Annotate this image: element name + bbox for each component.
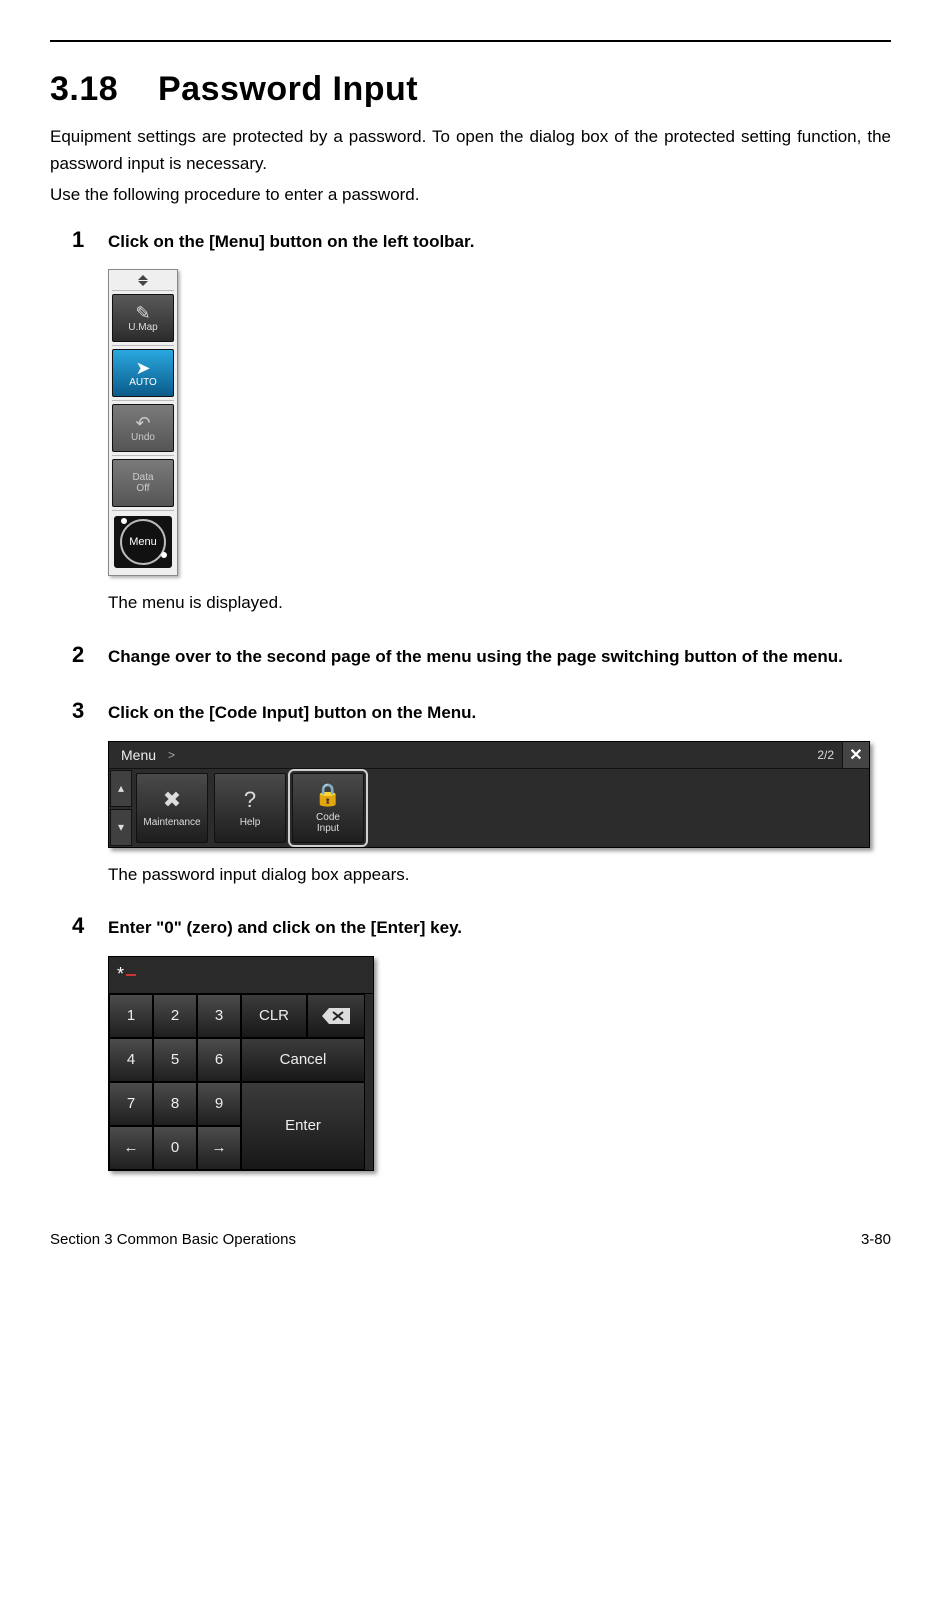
auto-label: AUTO bbox=[129, 377, 157, 388]
cursor-icon: ➤ bbox=[135, 359, 150, 377]
intro-paragraph-1: Equipment settings are protected by a pa… bbox=[50, 123, 891, 177]
page-indicator: 2/2 bbox=[809, 748, 842, 762]
menubar-figure: Menu > 2/2 ✕ ▴ ▾ bbox=[108, 741, 891, 848]
step-number: 1 bbox=[72, 227, 92, 253]
arrow-left-icon: ← bbox=[124, 1139, 139, 1156]
menu-button[interactable]: Menu bbox=[112, 514, 174, 570]
step-title: Enter "0" (zero) and click on the [Enter… bbox=[108, 913, 462, 944]
menu-item-label: Help bbox=[240, 817, 261, 828]
data-off-button[interactable]: Data Off bbox=[112, 459, 174, 507]
step-title: Click on the [Menu] button on the left t… bbox=[108, 227, 474, 258]
key-backspace[interactable] bbox=[307, 994, 365, 1038]
intro-paragraph-2: Use the following procedure to enter a p… bbox=[50, 181, 891, 208]
key-6[interactable]: 6 bbox=[197, 1038, 241, 1082]
undo-icon: ↶ bbox=[135, 414, 150, 432]
close-icon: ✕ bbox=[849, 745, 862, 765]
umap-label: U.Map bbox=[128, 322, 157, 333]
key-5[interactable]: 5 bbox=[153, 1038, 197, 1082]
step-title: Change over to the second page of the me… bbox=[108, 642, 843, 673]
close-button[interactable]: ✕ bbox=[842, 742, 869, 768]
toolbar-drag-handle[interactable] bbox=[112, 273, 174, 287]
step-2: 2 Change over to the second page of the … bbox=[72, 642, 891, 673]
wrench-icon: ✖ bbox=[163, 787, 181, 813]
umap-button[interactable]: ✎ U.Map bbox=[112, 294, 174, 342]
page-footer: Section 3 Common Basic Operations 3-80 bbox=[50, 1231, 891, 1248]
key-enter[interactable]: Enter bbox=[241, 1082, 365, 1170]
footer-left: Section 3 Common Basic Operations bbox=[50, 1231, 296, 1248]
chevron-down-icon: ▾ bbox=[118, 820, 124, 834]
menu-label: Menu bbox=[129, 536, 157, 548]
lock-icon: 🔒 bbox=[314, 782, 341, 808]
step-number: 2 bbox=[72, 642, 92, 668]
section-title: Password Input bbox=[158, 70, 418, 108]
keypad-figure: * 1 2 3 CLR 4 5 6 Cance bbox=[108, 956, 891, 1171]
key-2[interactable]: 2 bbox=[153, 994, 197, 1038]
step-title: Click on the [Code Input] button on the … bbox=[108, 698, 476, 729]
key-4[interactable]: 4 bbox=[109, 1038, 153, 1082]
step-1: 1 Click on the [Menu] button on the left… bbox=[72, 227, 891, 616]
menu-item-code-input[interactable]: 🔒 Code Input bbox=[292, 773, 364, 843]
menu-item-label: Maintenance bbox=[143, 817, 200, 828]
key-0[interactable]: 0 bbox=[153, 1126, 197, 1170]
page-up-button[interactable]: ▴ bbox=[110, 770, 132, 807]
top-rule bbox=[50, 40, 891, 42]
page-switch: ▴ ▾ bbox=[109, 769, 133, 847]
password-display: * bbox=[109, 957, 373, 994]
password-value: * bbox=[117, 964, 124, 985]
menubar-title: Menu bbox=[109, 747, 168, 763]
steps-list: 1 Click on the [Menu] button on the left… bbox=[50, 227, 891, 1171]
step-after-text: The password input dialog box appears. bbox=[108, 862, 891, 888]
key-9[interactable]: 9 bbox=[197, 1082, 241, 1126]
key-3[interactable]: 3 bbox=[197, 994, 241, 1038]
step-number: 4 bbox=[72, 913, 92, 939]
step-number: 3 bbox=[72, 698, 92, 724]
step-3: 3 Click on the [Code Input] button on th… bbox=[72, 698, 891, 887]
backspace-icon bbox=[321, 1007, 351, 1025]
toolbar-figure: ✎ U.Map ➤ AUTO ↶ Undo Data Off bbox=[108, 269, 891, 576]
menu-circle-icon: Menu bbox=[120, 519, 166, 565]
chevron-right-icon: > bbox=[168, 748, 185, 762]
chevron-up-icon: ▴ bbox=[118, 781, 124, 795]
undo-button[interactable]: ↶ Undo bbox=[112, 404, 174, 452]
arrow-right-icon: → bbox=[212, 1139, 227, 1156]
menu-item-maintenance[interactable]: ✖ Maintenance bbox=[136, 773, 208, 843]
step-after-text: The menu is displayed. bbox=[108, 590, 891, 616]
key-left[interactable]: ← bbox=[109, 1126, 153, 1170]
dataoff-label-2: Off bbox=[136, 483, 149, 494]
key-1[interactable]: 1 bbox=[109, 994, 153, 1038]
key-right[interactable]: → bbox=[197, 1126, 241, 1170]
menu-item-label: Code Input bbox=[316, 812, 340, 834]
key-clr[interactable]: CLR bbox=[241, 994, 307, 1038]
section-heading: 3.18 Password Input bbox=[50, 70, 891, 109]
auto-button[interactable]: ➤ AUTO bbox=[112, 349, 174, 397]
footer-right: 3-80 bbox=[861, 1231, 891, 1248]
key-8[interactable]: 8 bbox=[153, 1082, 197, 1126]
pencil-icon: ✎ bbox=[135, 304, 150, 322]
dataoff-label-1: Data bbox=[132, 472, 153, 483]
menu-item-help[interactable]: ? Help bbox=[214, 773, 286, 843]
page-down-button[interactable]: ▾ bbox=[110, 809, 132, 846]
key-7[interactable]: 7 bbox=[109, 1082, 153, 1126]
step-4: 4 Enter "0" (zero) and click on the [Ent… bbox=[72, 913, 891, 1171]
section-number: 3.18 bbox=[50, 70, 118, 108]
undo-label: Undo bbox=[131, 432, 155, 443]
key-cancel[interactable]: Cancel bbox=[241, 1038, 365, 1082]
help-icon: ? bbox=[244, 787, 256, 813]
